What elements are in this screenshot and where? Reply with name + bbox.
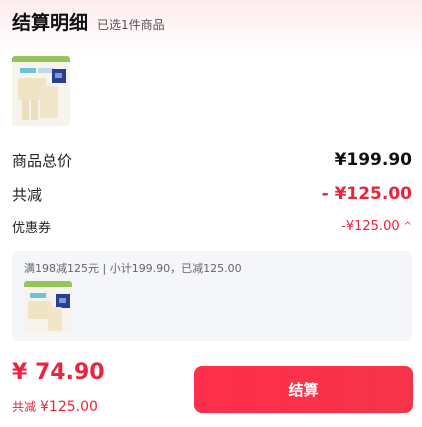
coupon-label: 优惠券 xyxy=(12,220,52,236)
reduction-value: - ¥125.00 xyxy=(321,184,412,204)
checkout-header: 结算明细 已选1件商品 xyxy=(12,8,165,36)
total-price-label: 商品总价 xyxy=(12,151,73,170)
checkout-button-label: 结算 xyxy=(288,381,319,399)
promo-product-thumbnail[interactable] xyxy=(24,281,72,333)
coupon-toggle[interactable]: -¥125.00 ^ xyxy=(341,219,412,234)
total-price-row: 商品总价 ¥199.90 xyxy=(12,147,412,173)
checkout-button[interactable]: 结算 xyxy=(194,366,413,413)
promotion-detail-box: 满198减125元 | 小计199.90，已减125.00 xyxy=(12,251,412,341)
footer-discount-label: 共减 xyxy=(12,400,37,414)
selected-count: 已选1件商品 xyxy=(97,18,165,32)
total-price-value: ¥199.90 xyxy=(334,150,412,170)
pay-amount: ¥ 74.90 xyxy=(12,360,105,385)
page-title: 结算明细 xyxy=(12,12,89,34)
reduction-label: 共减 xyxy=(12,185,43,204)
footer-discount: 共减 ¥125.00 xyxy=(12,398,98,415)
product-thumbnail[interactable] xyxy=(12,56,70,126)
footer-discount-value: ¥125.00 xyxy=(40,399,98,415)
chevron-up-icon: ^ xyxy=(403,220,412,232)
promotion-text: 满198减125元 | 小计199.90，已减125.00 xyxy=(24,262,242,275)
reduction-row: 共减 - ¥125.00 xyxy=(12,181,412,207)
coupon-value: -¥125.00 xyxy=(341,218,400,234)
coupon-row[interactable]: 优惠券 -¥125.00 ^ xyxy=(12,213,412,239)
